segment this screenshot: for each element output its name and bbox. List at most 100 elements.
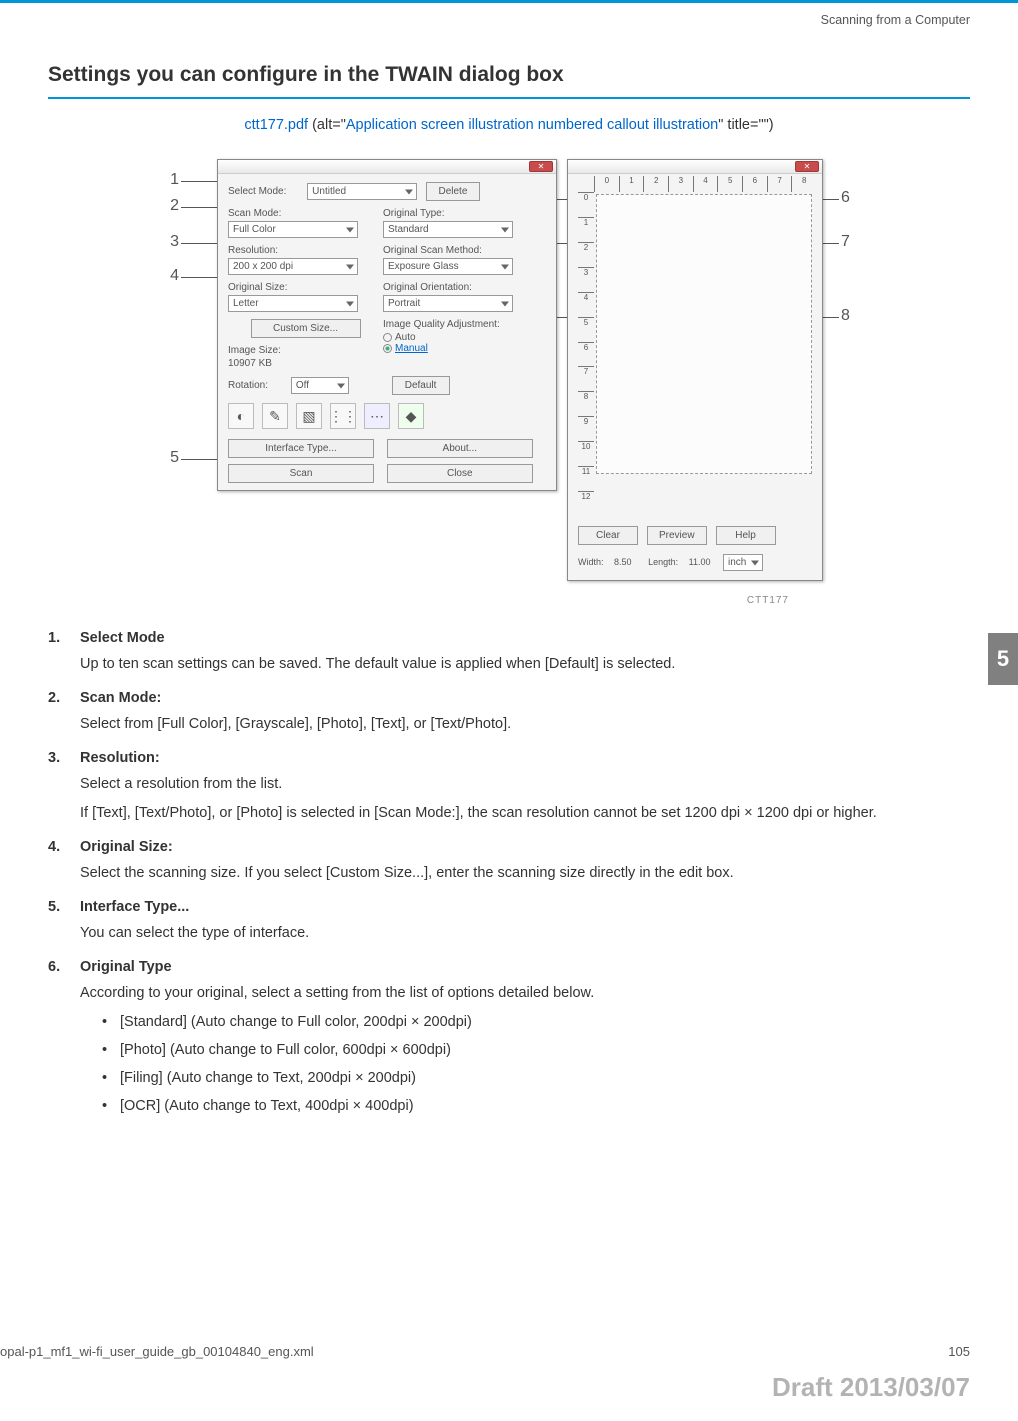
description: Up to ten scan settings can be saved. Th… [80,654,970,676]
bullet-item: [Photo] (Auto change to Full color, 600d… [102,1040,970,1062]
clear-button[interactable]: Clear [578,526,638,545]
description: According to your original, select a set… [80,983,970,1005]
term: Scan Mode: [80,690,970,706]
bullet-item: [OCR] (Auto change to Text, 400dpi × 400… [102,1096,970,1118]
definition-item: Scan Mode: Select from [Full Color], [Gr… [48,690,970,736]
figure-alt-line: ctt177.pdf (alt="Application screen illu… [48,117,970,133]
delete-button[interactable]: Delete [426,182,480,201]
description: Select from [Full Color], [Grayscale], [… [80,714,970,736]
twain-figure: 1 2 3 4 5 6 7 8 ✕ [149,159,869,606]
term: Original Size: [80,839,970,855]
iqa-manual-radio[interactable] [383,344,392,353]
original-size-label: Original Size: [228,282,383,293]
callout-8: 8 [841,307,861,325]
interface-type-button[interactable]: Interface Type... [228,439,374,458]
ruler-horizontal: 012345678 [594,176,816,192]
callout-7: 7 [841,233,861,251]
select-mode-label: Select Mode: [228,186,286,197]
bullet-item: [Filing] (Auto change to Text, 200dpi × … [102,1068,970,1090]
original-type-combo[interactable]: Standard [383,221,513,238]
term: Original Type [80,959,970,975]
draft-watermark: Draft 2013/03/07 [772,1372,970,1403]
brightness-icon[interactable]: ✎ [262,403,288,429]
definition-item: Original Type According to your original… [48,959,970,1118]
length-value: 11.00 [689,557,711,567]
description: You can select the type of interface. [80,923,970,945]
page-number: 105 [948,1344,970,1359]
running-header: Scanning from a Computer [0,3,970,63]
close-icon[interactable]: ✕ [529,161,553,172]
callout-5: 5 [159,449,179,467]
definition-list: Select Mode Up to ten scan settings can … [48,630,970,1117]
source-file: opal-p1_mf1_wi-fi_user_guide_gb_00104840… [0,1344,314,1359]
term: Select Mode [80,630,970,646]
histogram-icon[interactable]: ⋮⋮ [330,403,356,429]
scan-method-combo[interactable]: Exposure Glass [383,258,513,275]
orientation-label: Original Orientation: [383,282,538,293]
alt-text: Application screen illustration numbered… [346,117,718,133]
iqa-auto-label: Auto [395,332,416,343]
term: Resolution: [80,750,970,766]
bullet-item: [Standard] (Auto change to Full color, 2… [102,1012,970,1034]
about-button[interactable]: About... [387,439,533,458]
callout-2: 2 [159,197,179,215]
iqa-label: Image Quality Adjustment: [383,319,538,330]
scan-button[interactable]: Scan [228,464,374,483]
definition-item: Resolution: Select a resolution from the… [48,750,970,826]
orientation-combo[interactable]: Portrait [383,295,513,312]
unit-combo[interactable]: inch [723,554,763,571]
description: Select the scanning size. If you select … [80,863,970,885]
filter-icon[interactable]: ◆ [398,403,424,429]
callout-line [181,243,219,244]
callout-4: 4 [159,267,179,285]
image-size-label: Image Size: [228,345,383,356]
iqa-auto-radio[interactable] [383,333,392,342]
page-footer: opal-p1_mf1_wi-fi_user_guide_gb_00104840… [0,1344,970,1359]
length-label: Length: [648,557,678,567]
color-icon[interactable]: ⋯ [364,403,390,429]
term: Interface Type... [80,899,970,915]
alt-close: " title="") [718,117,773,133]
image-size-value: 10907 KB [228,358,272,369]
callout-3: 3 [159,233,179,251]
scan-mode-combo[interactable]: Full Color [228,221,358,238]
width-label: Width: [578,557,604,567]
close-icon[interactable]: ✕ [795,161,819,172]
help-button[interactable]: Help [716,526,776,545]
callout-6: 6 [841,189,861,207]
preview-dialog: ✕ 012345678 0123456789101112 Clear Previ… [567,159,823,581]
contrast-icon[interactable]: ◐ [228,403,254,429]
definition-item: Interface Type... You can select the typ… [48,899,970,945]
preview-button[interactable]: Preview [647,526,707,545]
scan-method-label: Original Scan Method: [383,245,538,256]
callout-line [181,277,219,278]
iqa-manual-label[interactable]: Manual [395,343,428,354]
description: If [Text], [Text/Photo], or [Photo] is s… [80,803,970,825]
definition-item: Select Mode Up to ten scan settings can … [48,630,970,676]
resolution-combo[interactable]: 200 x 200 dpi [228,258,358,275]
preview-area[interactable] [596,194,812,474]
callout-line [181,207,219,208]
callout-line [181,459,219,460]
close-button[interactable]: Close [387,464,533,483]
bullet-list: [Standard] (Auto change to Full color, 2… [80,1012,970,1117]
original-size-combo[interactable]: Letter [228,295,358,312]
width-value: 8.50 [614,557,632,567]
resolution-label: Resolution: [228,245,383,256]
figure-file-link[interactable]: ctt177.pdf [244,117,308,133]
callout-1: 1 [159,171,179,189]
gamma-icon[interactable]: ▧ [296,403,322,429]
callout-line [181,181,219,182]
scan-mode-label: Scan Mode: [228,208,383,219]
rotation-combo[interactable]: Off [291,377,349,394]
description: Select a resolution from the list. [80,774,970,796]
original-type-label: Original Type: [383,208,538,219]
definition-item: Original Size: Select the scanning size.… [48,839,970,885]
twain-settings-dialog: ✕ Select Mode: Untitled Delete Scan Mode… [217,159,557,491]
select-mode-combo[interactable]: Untitled [307,183,417,200]
section-title: Settings you can configure in the TWAIN … [48,63,970,99]
figure-caption: CTT177 [149,595,789,606]
chapter-tab: 5 [988,633,1018,685]
default-button[interactable]: Default [392,376,450,395]
custom-size-button[interactable]: Custom Size... [251,319,361,338]
